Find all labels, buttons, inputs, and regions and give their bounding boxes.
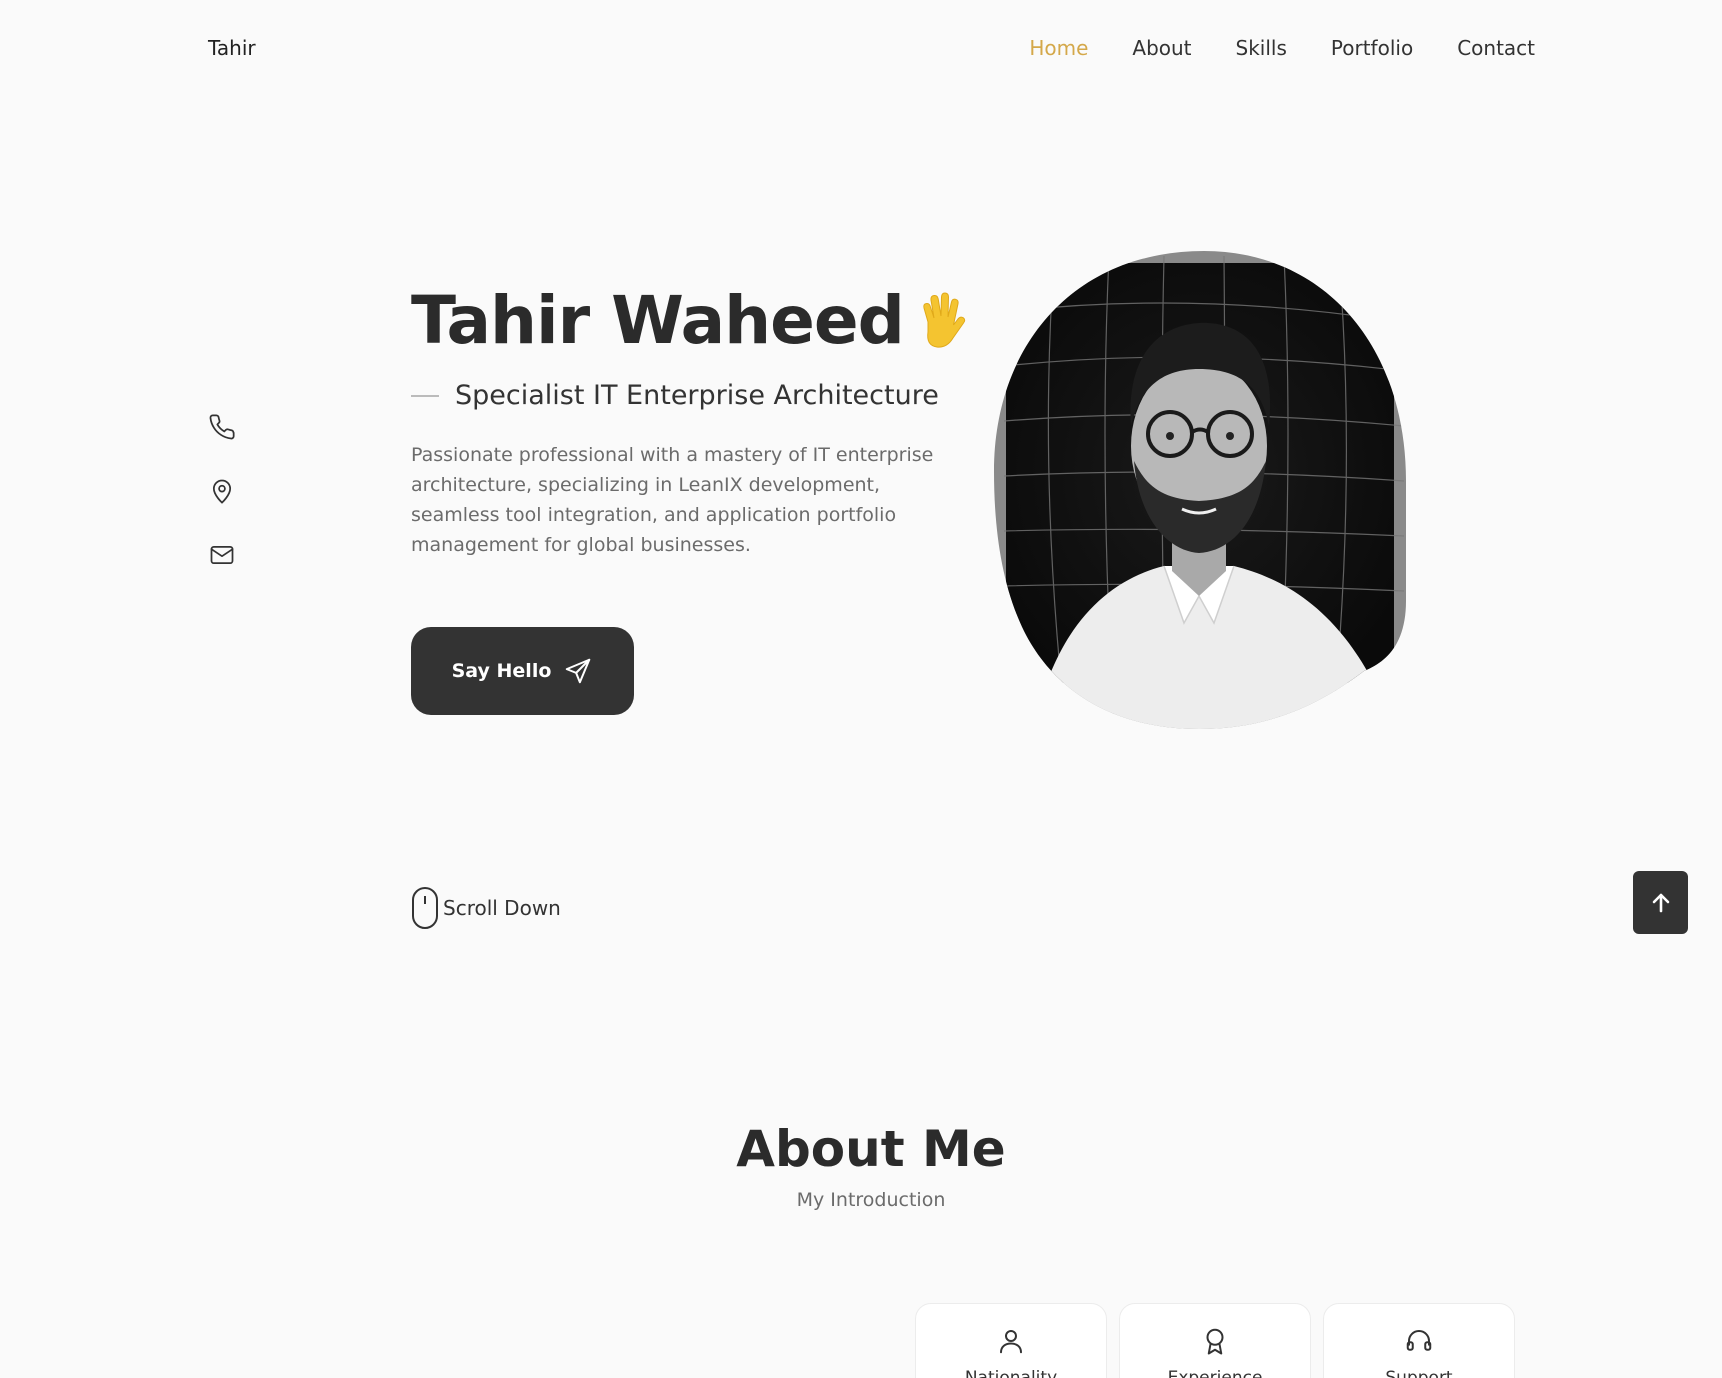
award-icon	[1206, 1328, 1224, 1355]
nav-portfolio[interactable]: Portfolio	[1331, 36, 1413, 60]
main-nav: Home About Skills Portfolio Contact	[1029, 36, 1535, 60]
card-label: Support	[1385, 1368, 1453, 1378]
subtitle-text: Specialist IT Enterprise Architecture	[455, 380, 939, 411]
nav-skills[interactable]: Skills	[1236, 36, 1287, 60]
info-card-nationality: Nationality	[915, 1303, 1107, 1378]
arrow-up-icon	[1652, 893, 1669, 912]
profile-photo	[994, 251, 1406, 729]
user-icon	[1000, 1330, 1022, 1354]
info-card-experience: Experience	[1119, 1303, 1311, 1378]
scroll-down-link[interactable]: Scroll Down	[411, 886, 561, 930]
say-hello-button[interactable]: Say Hello	[411, 627, 634, 715]
subtitle-divider	[411, 394, 439, 397]
info-card-support: Support	[1323, 1303, 1515, 1378]
about-section-subtitle: My Introduction	[796, 1189, 946, 1211]
mail-icon[interactable]	[208, 541, 236, 569]
mouse-icon	[412, 887, 438, 929]
location-pin-icon[interactable]	[208, 477, 236, 505]
card-label: Experience	[1167, 1368, 1263, 1378]
phone-icon[interactable]	[208, 413, 236, 441]
about-section-title: About Me	[736, 1120, 1006, 1178]
say-hello-label: Say Hello	[451, 660, 552, 682]
site-logo[interactable]: Tahir	[208, 36, 256, 60]
hero-name: Tahir Waheed	[411, 282, 968, 359]
scroll-to-top-button[interactable]	[1633, 871, 1688, 934]
hero-name-text: Tahir Waheed	[411, 282, 905, 359]
nav-contact[interactable]: Contact	[1457, 36, 1535, 60]
send-icon	[566, 658, 591, 684]
nav-about[interactable]: About	[1132, 36, 1191, 60]
headset-icon	[1406, 1330, 1432, 1351]
about-info-cards: Nationality Experience Support	[915, 1303, 1515, 1378]
scroll-down-label: Scroll Down	[443, 896, 561, 920]
waving-hand-icon	[923, 291, 966, 348]
hero-description: Passionate professional with a mastery o…	[411, 444, 934, 556]
hero-subtitle: Specialist IT Enterprise Architecture	[411, 380, 939, 411]
nav-home[interactable]: Home	[1029, 36, 1088, 60]
social-links	[208, 413, 236, 569]
card-label: Nationality	[964, 1368, 1058, 1378]
